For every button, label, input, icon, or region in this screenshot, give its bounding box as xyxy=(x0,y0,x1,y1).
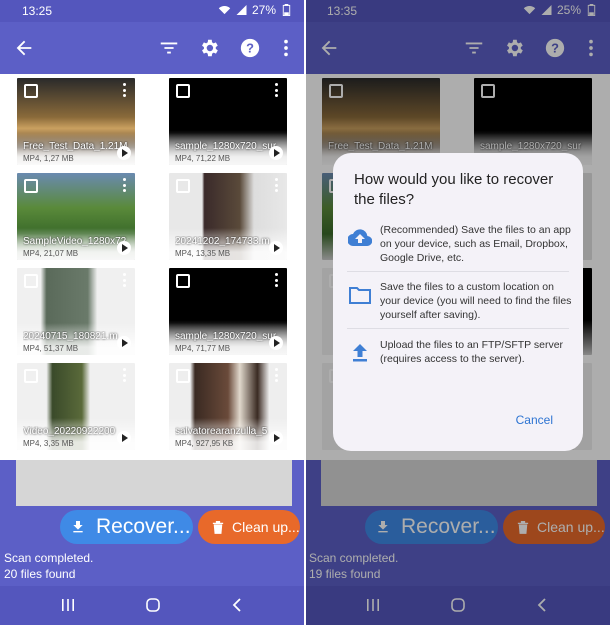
more-icon[interactable] xyxy=(275,83,279,97)
recover-button[interactable]: Recover... xyxy=(60,510,193,544)
download-icon xyxy=(73,521,83,533)
option-text: (Recommended) Save the files to an app o… xyxy=(380,224,571,264)
play-icon[interactable] xyxy=(269,431,283,445)
option-save-to-app[interactable]: (Recommended) Save the files to an app o… xyxy=(347,223,571,267)
file-meta: MP4, 1,27 MB xyxy=(23,154,74,163)
select-checkbox[interactable] xyxy=(176,369,190,383)
dialog-title: How would you like to recover the files? xyxy=(354,171,554,208)
system-nav-bar xyxy=(0,586,305,625)
play-icon[interactable] xyxy=(269,241,283,255)
select-checkbox[interactable] xyxy=(176,179,190,193)
status-bar: 13:25 27% xyxy=(0,0,305,22)
back-icon[interactable] xyxy=(229,596,247,614)
home-icon[interactable] xyxy=(144,596,162,614)
battery-level: 27% xyxy=(251,3,276,17)
play-icon[interactable] xyxy=(269,146,283,160)
select-checkbox[interactable] xyxy=(176,84,190,98)
select-checkbox[interactable] xyxy=(176,274,190,288)
play-icon[interactable] xyxy=(117,241,131,255)
option-save-custom-location[interactable]: Save the files to a custom location on y… xyxy=(347,280,572,324)
file-tile[interactable]: sample_1280x720_sur MP4, 71,77 MB xyxy=(169,268,287,355)
play-icon[interactable] xyxy=(269,336,283,350)
cloud-upload-icon xyxy=(347,227,373,249)
more-icon[interactable] xyxy=(275,178,279,192)
folder-icon xyxy=(347,284,373,306)
file-tile[interactable]: sample_1280x720_sur MP4, 71,22 MB xyxy=(169,78,287,165)
file-tile[interactable]: SampleVideo_1280x72 MP4, 21,07 MB xyxy=(17,173,135,260)
upload-icon xyxy=(347,342,373,364)
more-icon[interactable] xyxy=(123,368,127,382)
settings-gear-icon[interactable] xyxy=(197,36,221,60)
option-text: Upload the files to an FTP/SFTP server (… xyxy=(380,339,564,365)
file-meta: MP4, 3,35 MB xyxy=(23,439,74,448)
ad-placeholder xyxy=(16,460,292,506)
help-icon[interactable]: ? xyxy=(238,36,262,60)
app-bar: ? xyxy=(0,22,305,74)
select-checkbox[interactable] xyxy=(24,274,38,288)
file-meta: MP4, 71,22 MB xyxy=(175,154,231,163)
file-tile[interactable]: salvatorearanzulla_5 MP4, 927,95 KB xyxy=(169,363,287,450)
file-meta: MP4, 13,35 MB xyxy=(175,249,231,258)
option-upload-ftp[interactable]: Upload the files to an FTP/SFTP server (… xyxy=(347,338,569,382)
files-found-count: 20 files found xyxy=(4,567,76,581)
wifi-icon xyxy=(218,6,231,15)
more-icon[interactable] xyxy=(123,178,127,192)
scan-status: Scan completed. xyxy=(4,551,94,565)
select-checkbox[interactable] xyxy=(24,369,38,383)
option-text: Save the files to a custom location on y… xyxy=(380,281,572,321)
clean-label: Clean up... xyxy=(232,519,300,535)
battery-icon xyxy=(282,4,291,16)
trash-icon xyxy=(212,521,224,534)
back-arrow-icon[interactable] xyxy=(12,36,36,60)
more-icon[interactable] xyxy=(123,273,127,287)
cancel-button[interactable]: Cancel xyxy=(516,413,553,427)
recover-label: Recover... xyxy=(96,515,191,538)
file-grid: Free_Test_Data_1.21M MP4, 1,27 MB sample… xyxy=(0,74,305,460)
recents-icon[interactable] xyxy=(59,596,77,614)
left-screen: 13:25 27% ? Free_Test_Data_1.21M MP4, 1,… xyxy=(0,0,305,625)
divider xyxy=(347,271,569,272)
signal-icon xyxy=(236,5,247,15)
recover-dialog: How would you like to recover the files?… xyxy=(333,153,583,451)
file-meta: MP4, 51,37 MB xyxy=(23,344,79,353)
screenshot-divider xyxy=(304,0,306,625)
more-icon[interactable] xyxy=(123,83,127,97)
file-tile[interactable]: Video_20220922200 MP4, 3,35 MB xyxy=(17,363,135,450)
file-meta: MP4, 21,07 MB xyxy=(23,249,79,258)
play-icon[interactable] xyxy=(117,146,131,160)
select-checkbox[interactable] xyxy=(24,179,38,193)
divider xyxy=(347,328,569,329)
file-meta: MP4, 71,77 MB xyxy=(175,344,231,353)
filter-icon[interactable] xyxy=(157,36,181,60)
select-checkbox[interactable] xyxy=(24,84,38,98)
more-icon[interactable] xyxy=(275,273,279,287)
status-time: 13:25 xyxy=(22,4,53,18)
clean-up-button[interactable]: Clean up... xyxy=(198,510,300,544)
play-icon[interactable] xyxy=(117,431,131,445)
more-icon[interactable] xyxy=(275,368,279,382)
play-icon[interactable] xyxy=(117,336,131,350)
file-tile[interactable]: Free_Test_Data_1.21M MP4, 1,27 MB xyxy=(17,78,135,165)
svg-text:?: ? xyxy=(246,41,254,56)
file-tile[interactable]: 20240715_180821.m MP4, 51,37 MB xyxy=(17,268,135,355)
right-screen: 13:35 25% ? Free_Test_Data_1.21M sample_… xyxy=(305,0,610,625)
file-tile[interactable]: 20241202_174733.m MP4, 13,35 MB xyxy=(169,173,287,260)
overflow-menu-icon[interactable] xyxy=(274,36,298,60)
file-meta: MP4, 927,95 KB xyxy=(175,439,234,448)
